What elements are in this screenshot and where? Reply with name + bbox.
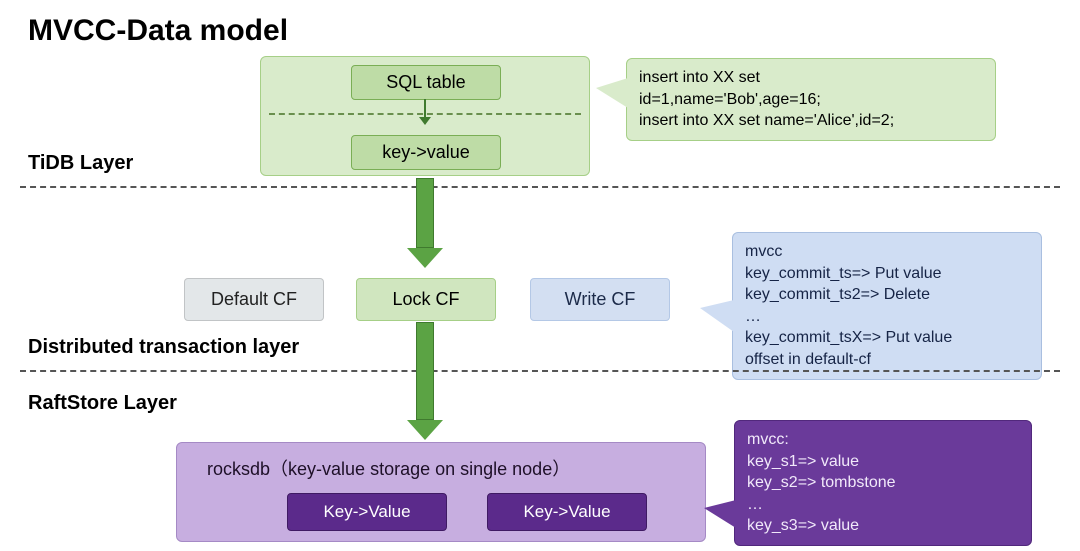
callout-write-tail [700,300,734,332]
callout-rocksdb: mvcc: key_s1=> value key_s2=> tombstone … [734,420,1032,546]
lock-cf-box: Lock CF [356,278,496,321]
separator-2 [20,370,1060,372]
layer-label-dist: Distributed transaction layer [28,336,299,359]
key-value-box: key->value [351,135,501,170]
sql-table-box: SQL table [351,65,501,100]
page-title: MVCC-Data model [28,14,288,48]
separator-1 [20,186,1060,188]
arrow-tidb-to-dist [407,178,443,268]
write-cf-box: Write CF [530,278,670,321]
callout-sql-insert: insert into XX set id=1,name='Bob',age=1… [626,58,996,141]
rocksdb-panel: rocksdb（key-value storage on single node… [176,442,706,542]
layer-label-tidb: TiDB Layer [28,152,133,175]
rocksdb-desc: rocksdb（key-value storage on single node… [207,455,570,481]
arrow-sql-to-kv [419,99,431,125]
arrow-dist-to-raft [407,322,443,440]
default-cf-box: Default CF [184,278,324,321]
layer-label-raft: RaftStore Layer [28,392,177,415]
rocks-kv-1: Key->Value [287,493,447,531]
callout-write-cf: mvcc key_commit_ts=> Put value key_commi… [732,232,1042,380]
callout-rocksdb-tail [704,500,736,528]
callout-sql-tail [596,78,628,108]
tidb-panel: SQL table key->value [260,56,590,176]
rocks-kv-2: Key->Value [487,493,647,531]
